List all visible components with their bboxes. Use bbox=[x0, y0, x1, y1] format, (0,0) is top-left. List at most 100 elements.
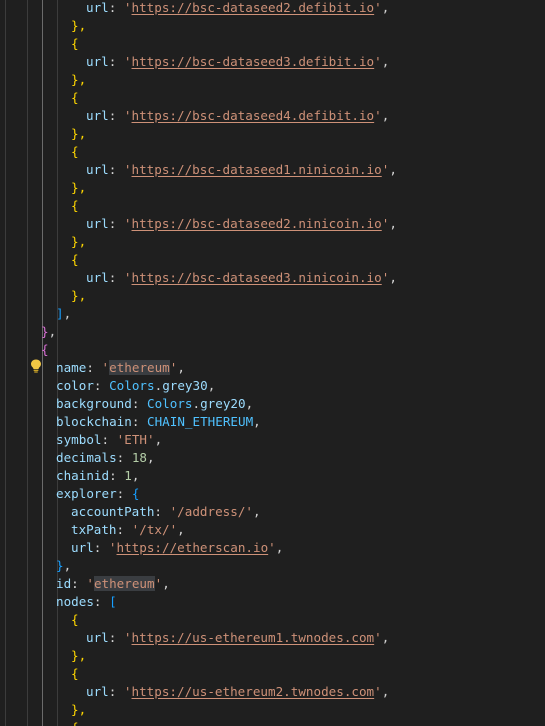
code-token: grey30 bbox=[162, 378, 208, 393]
code-token: }, bbox=[71, 702, 87, 717]
code-token: , bbox=[154, 432, 163, 447]
code-line[interactable]: ], bbox=[56, 305, 71, 323]
code-token: nodes bbox=[56, 594, 94, 609]
code-token: , bbox=[63, 306, 72, 321]
code-token: : bbox=[93, 540, 109, 555]
code-line[interactable]: chainid: 1, bbox=[56, 467, 139, 485]
code-token: 1 bbox=[124, 468, 132, 483]
code-line[interactable]: }, bbox=[71, 71, 86, 89]
code-token: txPath bbox=[71, 522, 117, 537]
code-line[interactable]: accountPath: '/address/', bbox=[71, 503, 261, 521]
code-line[interactable]: }, bbox=[71, 125, 86, 143]
code-token: ] bbox=[56, 306, 64, 321]
code-line[interactable]: url: 'https://bsc-dataseed1.ninicoin.io'… bbox=[86, 161, 397, 179]
code-token: }, bbox=[71, 72, 87, 87]
code-token: ' bbox=[374, 684, 382, 699]
code-line[interactable]: }, bbox=[71, 179, 86, 197]
code-editor[interactable]: url: 'https://bsc-dataseed2.defibit.io',… bbox=[0, 0, 545, 726]
code-token: { bbox=[71, 666, 79, 681]
code-token: { bbox=[71, 90, 79, 105]
code-line[interactable]: url: 'https://bsc-dataseed3.defibit.io', bbox=[86, 53, 389, 71]
code-token: , bbox=[253, 414, 261, 429]
code-line[interactable]: { bbox=[71, 665, 79, 683]
code-line[interactable]: txPath: '/tx/', bbox=[71, 521, 185, 539]
code-line[interactable]: url: 'https://bsc-dataseed2.defibit.io', bbox=[86, 0, 389, 17]
code-token: , bbox=[63, 558, 72, 573]
code-token: : bbox=[116, 522, 132, 537]
code-token: { bbox=[71, 720, 79, 726]
code-token: }, bbox=[71, 126, 87, 141]
code-token: : bbox=[93, 594, 110, 609]
code-token: , bbox=[147, 450, 155, 465]
code-token: : bbox=[108, 684, 124, 699]
code-line[interactable]: url: 'https://etherscan.io', bbox=[71, 539, 283, 557]
code-line[interactable]: }, bbox=[71, 701, 86, 719]
code-line[interactable]: { bbox=[71, 197, 79, 215]
code-line[interactable]: blockchain: CHAIN_ETHEREUM, bbox=[56, 413, 261, 431]
code-token: ethereum bbox=[93, 576, 155, 591]
code-token: https://us-ethereum2.twnodes.com bbox=[131, 684, 375, 699]
code-line[interactable]: id: 'ethereum', bbox=[56, 575, 170, 593]
code-token: ' bbox=[123, 108, 132, 123]
code-line[interactable]: explorer: { bbox=[56, 485, 139, 503]
code-line[interactable]: }, bbox=[71, 647, 86, 665]
code-token: CHAIN_ETHEREUM bbox=[147, 414, 254, 429]
code-line[interactable]: nodes: [ bbox=[56, 593, 117, 611]
code-token: , bbox=[131, 468, 140, 483]
code-token: ' bbox=[123, 684, 132, 699]
code-token: }, bbox=[71, 180, 87, 195]
code-token: : bbox=[109, 468, 125, 483]
code-line[interactable]: url: 'https://us-ethereum1.twnodes.com', bbox=[86, 629, 389, 647]
code-token: : bbox=[108, 108, 124, 123]
code-line[interactable]: { bbox=[71, 611, 79, 629]
code-line[interactable]: decimals: 18, bbox=[56, 449, 155, 467]
code-token: '/address/' bbox=[169, 504, 253, 519]
indent-guide bbox=[27, 0, 28, 726]
code-line[interactable]: }, bbox=[41, 323, 56, 341]
code-token: https://bsc-dataseed1.ninicoin.io bbox=[131, 162, 382, 177]
code-line[interactable]: { bbox=[71, 143, 79, 161]
lightbulb-icon[interactable] bbox=[30, 359, 42, 373]
code-line[interactable]: }, bbox=[71, 17, 86, 35]
code-line[interactable]: symbol: 'ETH', bbox=[56, 431, 162, 449]
code-token: : bbox=[108, 162, 124, 177]
code-line[interactable]: url: 'https://us-ethereum2.twnodes.com', bbox=[86, 683, 389, 701]
code-token: ' bbox=[86, 576, 94, 591]
code-token: , bbox=[381, 0, 390, 15]
code-token: '/tx/' bbox=[131, 522, 178, 537]
code-token: url bbox=[86, 0, 109, 15]
code-token: ' bbox=[268, 540, 276, 555]
code-line[interactable]: background: Colors.grey20, bbox=[56, 395, 253, 413]
code-token: decimals bbox=[56, 450, 117, 465]
code-token: : bbox=[116, 450, 132, 465]
code-token: symbol bbox=[56, 432, 102, 447]
code-line[interactable]: url: 'https://bsc-dataseed2.ninicoin.io'… bbox=[86, 215, 397, 233]
code-line[interactable]: url: 'https://bsc-dataseed4.defibit.io', bbox=[86, 107, 389, 125]
code-token: ' bbox=[123, 0, 132, 15]
code-line[interactable]: { bbox=[71, 719, 79, 726]
code-token: , bbox=[381, 54, 390, 69]
code-line[interactable]: }, bbox=[71, 287, 86, 305]
code-token: { bbox=[131, 486, 140, 501]
code-token: Colors bbox=[147, 396, 193, 411]
code-token: ' bbox=[123, 162, 132, 177]
code-line[interactable]: { bbox=[71, 251, 79, 269]
code-token: grey20 bbox=[200, 396, 246, 411]
code-line[interactable]: { bbox=[71, 89, 79, 107]
code-token: : bbox=[71, 576, 87, 591]
code-line[interactable]: }, bbox=[56, 557, 71, 575]
code-token: ' bbox=[374, 0, 382, 15]
code-token: , bbox=[252, 504, 261, 519]
code-line[interactable]: { bbox=[41, 341, 49, 359]
code-token: , bbox=[381, 108, 390, 123]
code-line[interactable]: url: 'https://bsc-dataseed3.ninicoin.io'… bbox=[86, 269, 397, 287]
code-token: : bbox=[108, 630, 124, 645]
code-line[interactable]: color: Colors.grey30, bbox=[56, 377, 215, 395]
code-token: , bbox=[245, 396, 254, 411]
code-line[interactable]: name: 'ethereum', bbox=[56, 359, 185, 377]
code-token: } bbox=[56, 558, 64, 573]
code-token: url bbox=[86, 630, 109, 645]
code-line[interactable]: }, bbox=[71, 233, 86, 251]
code-token: blockchain bbox=[56, 414, 132, 429]
code-line[interactable]: { bbox=[71, 35, 79, 53]
